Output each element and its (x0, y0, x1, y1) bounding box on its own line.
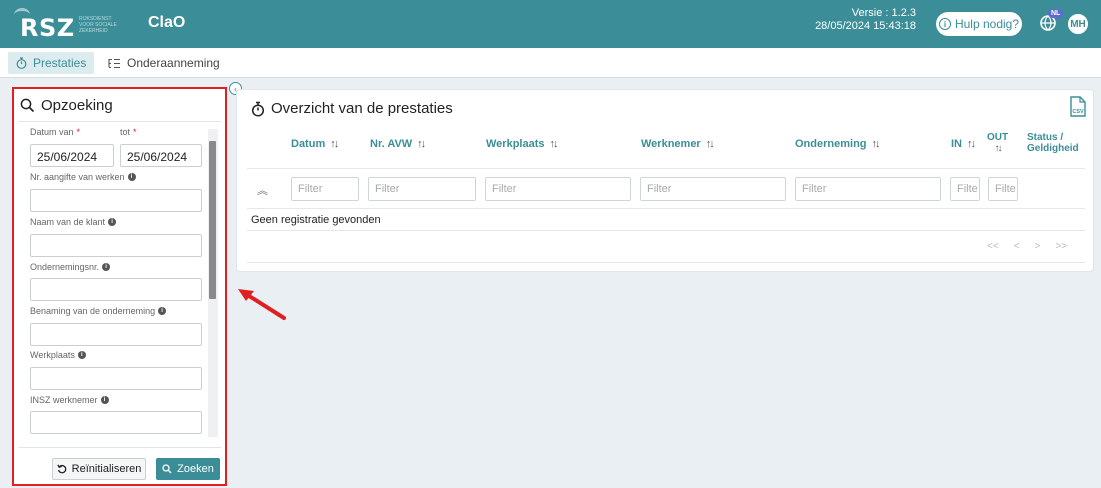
logo-subtext: RIJKSDIENST VOOR SOCIALE ZEKERHEID (79, 16, 117, 34)
filter-onderneming[interactable]: Filter (795, 177, 941, 201)
scrollbar-thumb[interactable] (209, 141, 216, 299)
reset-button[interactable]: Reïnitialiseren (52, 458, 146, 480)
column-header-status[interactable]: Status / Geldigheid (1027, 132, 1079, 154)
prev-page-button[interactable]: < (1014, 241, 1020, 252)
filter-datum[interactable]: Filter (291, 177, 359, 201)
sort-icon: ↑↓ (871, 138, 881, 150)
search-icon (162, 464, 172, 474)
column-header-datum[interactable]: Datum ↑↓ (291, 138, 339, 150)
filter-werknemer[interactable]: Filter (640, 177, 786, 201)
search-button[interactable]: Zoeken (156, 458, 220, 480)
last-page-button[interactable]: >> (1055, 241, 1067, 252)
language-badge[interactable]: NL (1048, 9, 1064, 18)
csv-export-icon[interactable]: CSV (1069, 96, 1087, 118)
search-button-label: Zoeken (177, 463, 214, 475)
list-tree-icon (108, 58, 120, 68)
insz-field[interactable] (30, 411, 202, 434)
undo-icon (56, 464, 66, 474)
sort-icon: ↑↓ (994, 143, 1003, 154)
filter-out[interactable]: Filte (988, 177, 1018, 201)
company-name-label: Benaming van de onderneming i (30, 306, 167, 316)
csv-label: CSV (1072, 109, 1084, 115)
overview-header: Overzicht van de prestaties (251, 100, 453, 117)
red-arrow-annotation (238, 289, 286, 320)
top-bar: RSZ RIJKSDIENST VOOR SOCIALE ZEKERHEID C… (0, 0, 1101, 48)
company-number-field[interactable] (30, 278, 202, 301)
works-number-field[interactable] (30, 189, 202, 212)
column-header-werknemer[interactable]: Werknemer ↑↓ (641, 138, 715, 150)
help-button[interactable]: i Hulp nodig? (936, 12, 1022, 36)
info-icon[interactable]: i (108, 218, 117, 226)
company-name-field[interactable] (30, 323, 202, 346)
info-icon[interactable]: i (77, 351, 86, 359)
divider (247, 262, 1085, 263)
next-page-button[interactable]: > (1035, 241, 1041, 252)
company-number-label: Ondernemingsnr. i (30, 262, 111, 272)
column-header-werkplaats[interactable]: Werkplaats ↑↓ (486, 138, 559, 150)
filter-in[interactable]: Filte (950, 177, 980, 201)
collapse-filters-icon[interactable]: ︽ (257, 182, 268, 198)
client-name-label: Naam van de klant i (30, 217, 117, 227)
info-icon: i (938, 18, 951, 30)
app-title: ClaO (148, 14, 186, 31)
empty-message: Geen registratie gevonden (251, 214, 381, 226)
search-panel-title: Opzoeking (41, 97, 113, 114)
works-number-label: Nr. aangifte van werken i (30, 172, 136, 182)
overview-title: Overzicht van de prestaties (271, 100, 453, 117)
pagination: << < > >> (987, 241, 1067, 252)
workplace-label: Werkplaats i (30, 350, 86, 360)
search-panel: Opzoeking Datum van * tot * 25/06/2024 25/… (12, 87, 227, 486)
version-label: Versie : 1.2.3 (851, 7, 916, 19)
version-info: Versie : 1.2.3 28/05/2024 15:43:18 (790, 7, 916, 33)
tab-onderaanneming[interactable]: Onderaanneming (100, 52, 228, 74)
overview-panel: Overzicht van de prestaties CSV Datum ↑↓ … (236, 89, 1094, 272)
help-button-label: Hulp nodig? (954, 17, 1020, 31)
stopwatch-icon (16, 57, 27, 69)
insz-label: INSZ werknemer i (30, 395, 109, 405)
info-icon[interactable]: i (158, 307, 167, 315)
column-header-onderneming[interactable]: Onderneming ↑↓ (795, 138, 881, 150)
date-to-label: tot * (120, 127, 137, 137)
date-from-label: Datum van * (30, 127, 81, 137)
stopwatch-icon (251, 101, 265, 117)
client-name-field[interactable] (30, 234, 202, 257)
date-from-field[interactable]: 25/06/2024 (30, 144, 114, 167)
divider (247, 168, 1085, 169)
divider (18, 447, 221, 448)
tab-onderaanneming-label: Onderaanneming (127, 56, 220, 70)
date-to-field[interactable]: 25/06/2024 (120, 144, 202, 167)
tab-prestaties-label: Prestaties (33, 56, 87, 70)
info-icon[interactable]: i (100, 396, 109, 404)
filter-werkplaats[interactable]: Filter (485, 177, 631, 201)
column-header-out[interactable]: OUT ↑↓ (987, 132, 1008, 154)
user-avatar[interactable]: MH (1067, 13, 1089, 35)
sort-icon: ↑↓ (549, 138, 559, 150)
info-icon[interactable]: i (102, 263, 111, 271)
info-icon[interactable]: i (127, 173, 136, 181)
sort-icon: ↑↓ (967, 138, 976, 150)
divider (247, 230, 1085, 231)
column-header-in[interactable]: IN ↑↓ (951, 138, 976, 150)
search-icon (20, 98, 35, 113)
version-datetime: 28/05/2024 15:43:18 (815, 20, 916, 32)
tab-prestaties[interactable]: Prestaties (8, 52, 95, 74)
logo-text: RSZ (20, 14, 75, 42)
sort-icon: ↑↓ (330, 138, 339, 150)
sort-icon: ↑↓ (705, 138, 715, 150)
tab-bar: Prestaties Onderaanneming (0, 48, 1101, 78)
divider (247, 208, 1085, 209)
column-header-avw[interactable]: Nr. AVW ↑↓ (370, 138, 426, 150)
divider (18, 121, 221, 122)
filter-avw[interactable]: Filter (368, 177, 476, 201)
reset-button-label: Reïnitialiseren (71, 463, 142, 475)
sort-icon: ↑↓ (417, 138, 426, 150)
search-panel-header: Opzoeking (20, 97, 113, 114)
workplace-field[interactable] (30, 367, 202, 390)
first-page-button[interactable]: << (987, 241, 999, 252)
